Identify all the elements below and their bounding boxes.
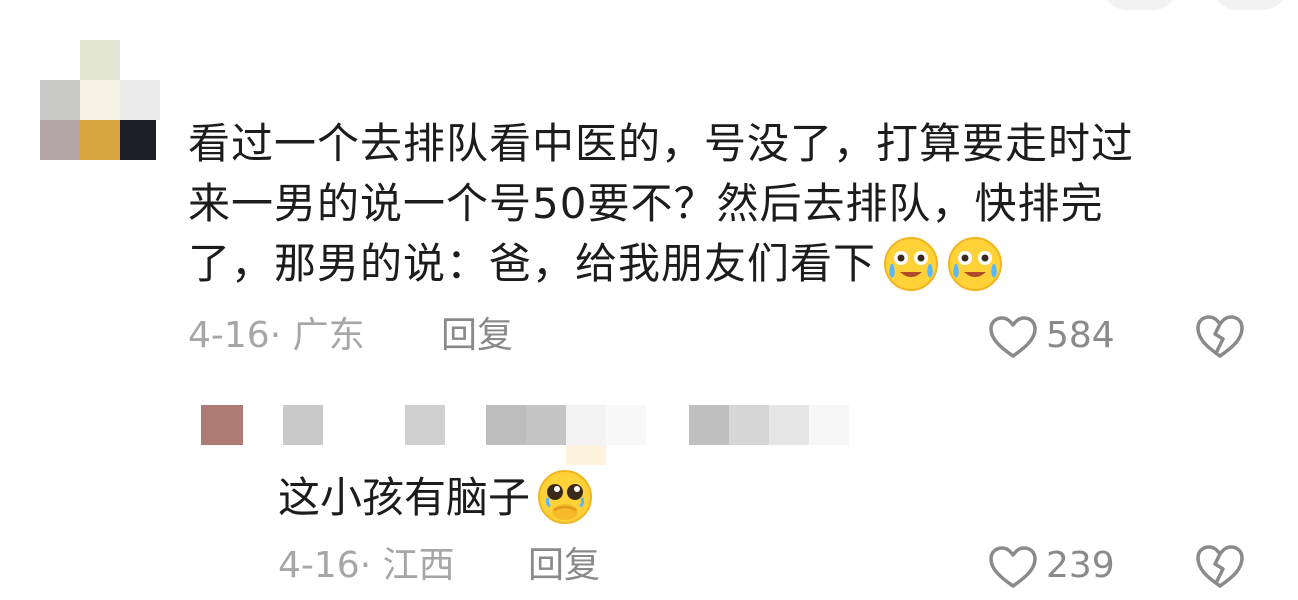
like-button[interactable]: 584	[988, 313, 1128, 359]
crying-laughing-emoji	[884, 236, 939, 291]
reply-date: 4-16	[278, 545, 360, 586]
top-action-button-1[interactable]	[1102, 0, 1178, 10]
comment-date: 4-16	[188, 315, 270, 356]
heart-outline-icon	[989, 546, 1037, 588]
comment-line-1: 看过一个去排队看中医的，号没了，打算要走时过	[188, 119, 1135, 168]
reply-body: 这小孩有脑子	[278, 468, 594, 530]
reply-meta: 4-16· 江西 回复 239	[278, 543, 1258, 589]
reply-text: 这小孩有脑子	[278, 473, 531, 522]
comment-line-2: 来一男的说一个号50要不？然后去排队，快排完	[188, 179, 1104, 228]
reply-like-count: 239	[1046, 545, 1115, 586]
heart-outline-icon	[989, 316, 1037, 358]
comment-line-3: 了，那男的说：爸，给我朋友们看下	[188, 234, 1248, 296]
comment-body: 看过一个去排队看中医的，号没了，打算要走时过 来一男的说一个号50要不？然后去排…	[188, 114, 1248, 296]
comment-location: 广东	[292, 315, 365, 356]
reply-date-location: 4-16· 江西	[278, 545, 455, 586]
reply-like-button[interactable]: 239	[988, 543, 1128, 589]
comment-line-3-text: 了，那男的说：爸，给我朋友们看下	[188, 239, 877, 288]
comment-meta: 4-16· 广东 回复 584	[188, 313, 1258, 359]
top-action-button-2[interactable]	[1212, 0, 1288, 10]
commenter-avatar-pixelated[interactable]	[40, 40, 162, 162]
pleading-face-emoji	[538, 469, 593, 524]
crying-laughing-emoji	[948, 236, 1003, 291]
broken-heart-icon[interactable]	[1194, 543, 1246, 589]
comment-date-location: 4-16· 广东	[188, 315, 365, 356]
reply-reply-button[interactable]: 回复	[528, 543, 600, 589]
broken-heart-icon[interactable]	[1194, 313, 1246, 359]
like-count: 584	[1046, 315, 1115, 356]
reply-location: 江西	[382, 545, 455, 586]
reply-button[interactable]: 回复	[441, 313, 513, 359]
comment-thread: 看过一个去排队看中医的，号没了，打算要走时过 来一男的说一个号50要不？然后去排…	[0, 0, 1298, 600]
